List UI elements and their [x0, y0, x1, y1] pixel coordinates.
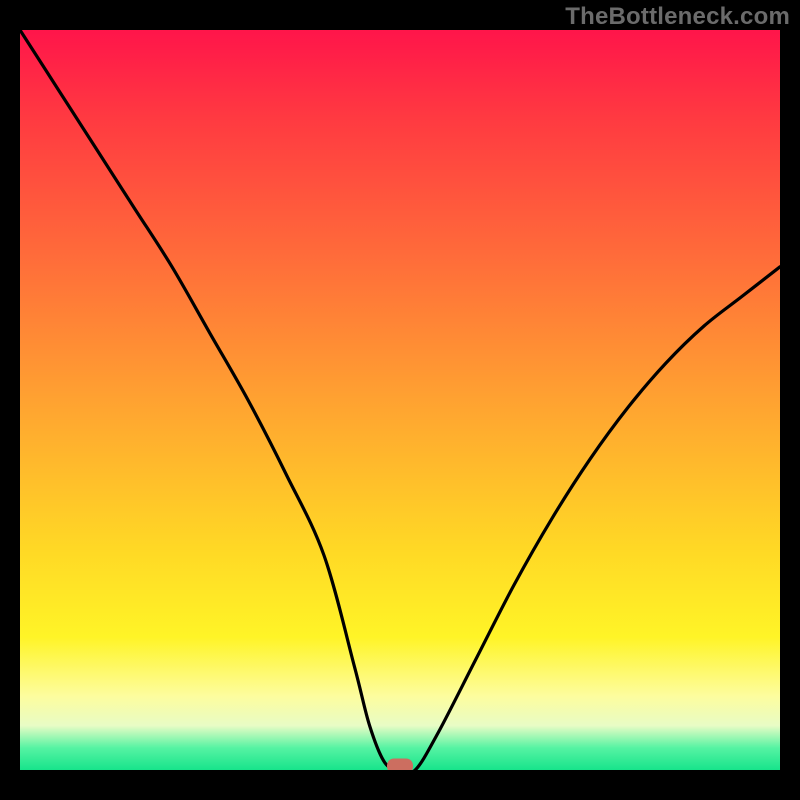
watermark-text: TheBottleneck.com	[565, 3, 790, 31]
chart-frame: TheBottleneck.com	[0, 0, 800, 800]
plot-area	[20, 30, 780, 770]
optimum-marker	[387, 759, 413, 771]
bottleneck-curve	[20, 30, 780, 770]
